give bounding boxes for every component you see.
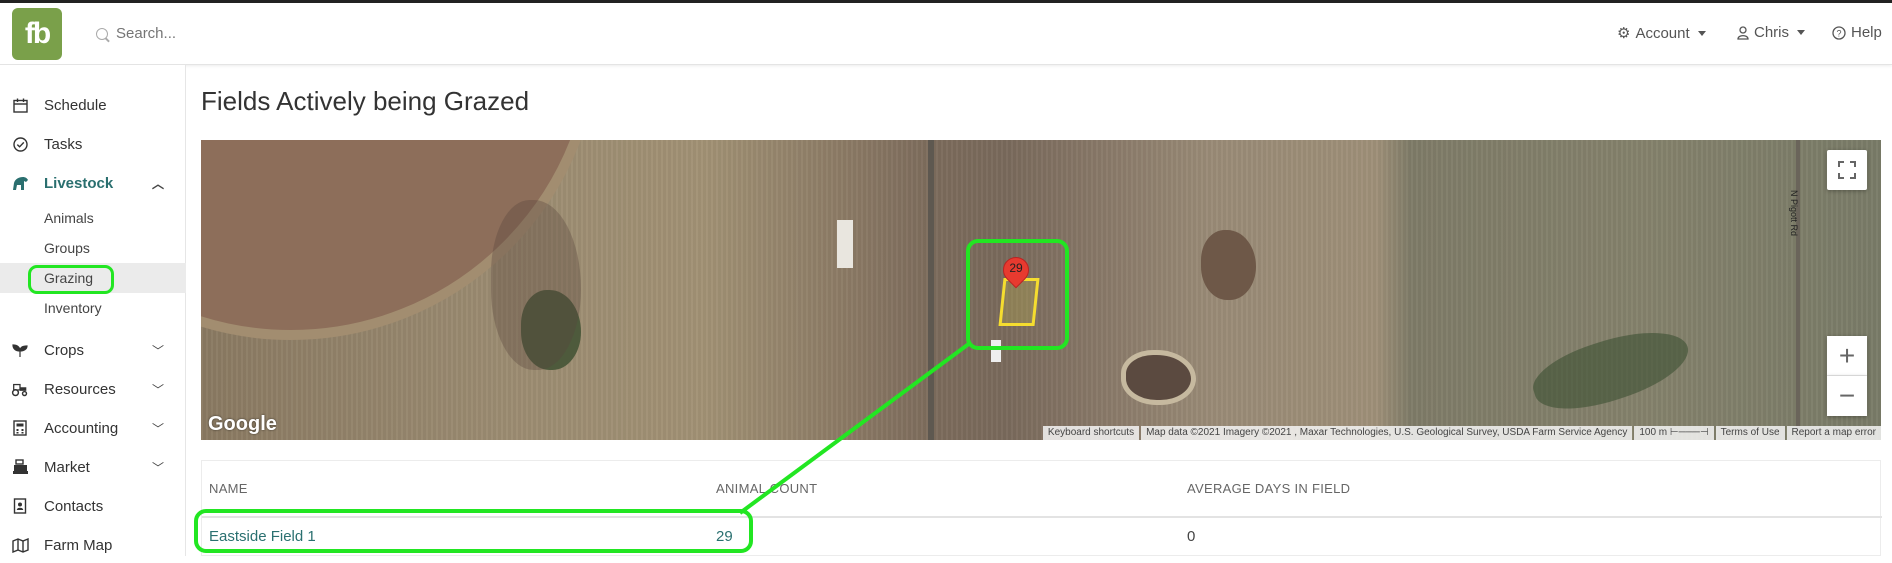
search-input[interactable] (116, 25, 416, 42)
chevron-down-icon: ﹀ (151, 460, 164, 475)
fullscreen-button[interactable] (1827, 150, 1867, 190)
search-icon (96, 27, 108, 40)
column-header-average-days[interactable]: AVERAGE DAYS IN FIELD (1187, 481, 1350, 496)
sidebar-subitem-animals[interactable]: Animals (0, 203, 186, 233)
sidebar-item-label: Livestock (44, 174, 114, 192)
plus-icon: + (1838, 339, 1856, 371)
column-header-name[interactable]: NAME (209, 481, 248, 496)
map-building (991, 340, 1001, 362)
sprout-icon (11, 341, 29, 359)
sidebar-item-tasks[interactable]: Tasks (0, 126, 186, 162)
sidebar-item-label: Contacts (44, 497, 104, 515)
sidebar-item-label: Crops (44, 341, 85, 359)
search-bar[interactable] (96, 25, 416, 42)
chevron-down-icon (1697, 30, 1706, 36)
chevron-down-icon: ﹀ (151, 421, 164, 436)
sidebar-item-label: Accounting (44, 419, 119, 437)
map-dugout (1121, 350, 1196, 405)
report-map-error-link[interactable]: Report a map error (1786, 426, 1881, 440)
sidebar-item-label: Farm Map (44, 536, 113, 554)
chevron-down-icon: ﹀ (151, 343, 164, 358)
sidebar-subitem-groups[interactable]: Groups (0, 233, 186, 263)
map-building (837, 220, 853, 268)
map-data-credit: Map data ©2021 Imagery ©2021 , Maxar Tec… (1141, 426, 1633, 440)
google-logo: Google (208, 413, 277, 435)
sidebar-subitem-label: Groups (44, 240, 90, 256)
column-header-animal-count[interactable]: ANIMAL COUNT (716, 481, 817, 496)
livestock-icon (11, 174, 29, 192)
map-marker-count: 29 (1009, 261, 1023, 275)
chevron-up-icon: ︿ (151, 176, 164, 191)
calculator-icon (11, 419, 29, 437)
map-attribution: Keyboard shortcuts Map data ©2021 Imager… (1041, 426, 1881, 440)
map-icon (11, 536, 29, 554)
page-title: Fields Actively being Grazed (201, 86, 530, 116)
map-scale[interactable]: 100 m ⊢───⊣ (1634, 426, 1714, 440)
top-bar: fb ⚙ Account Chris ? Help (0, 0, 1892, 65)
sidebar-item-label: Resources (44, 380, 116, 398)
user-icon (1737, 25, 1749, 40)
sidebar-subitem-inventory[interactable]: Inventory (0, 293, 186, 323)
zoom-out-button[interactable]: − (1827, 376, 1867, 416)
chevron-down-icon: ﹀ (151, 382, 164, 397)
sidebar-item-livestock[interactable]: Livestock ︿ (0, 165, 186, 201)
cash-register-icon (11, 458, 29, 476)
calendar-icon (11, 96, 29, 114)
account-label: Account (1635, 24, 1690, 42)
minus-icon: − (1838, 380, 1856, 411)
gear-icon: ⚙ (1617, 25, 1631, 42)
map-road (1796, 140, 1800, 440)
address-book-icon (11, 497, 29, 515)
grazing-table: NAME ANIMAL COUNT AVERAGE DAYS IN FIELD … (201, 460, 1882, 556)
sidebar-item-schedule[interactable]: Schedule (0, 87, 186, 123)
road-label: N Pigott Rd (1789, 190, 1799, 237)
map-slough (1201, 230, 1256, 300)
sidebar-item-market[interactable]: Market ﹀ (0, 449, 186, 485)
field-name-link[interactable]: Eastside Field 1 (209, 528, 316, 545)
grazing-map[interactable]: N Pigott Rd 29 + − Google Keyboard short… (201, 140, 1881, 440)
sidebar-item-resources[interactable]: Resources ﹀ (0, 371, 186, 407)
chevron-down-icon (1797, 30, 1806, 35)
sidebar-item-label: Schedule (44, 96, 107, 114)
table-header-divider (202, 516, 1882, 518)
sidebar: Schedule Tasks Livestock ︿ Animals Group… (0, 65, 186, 556)
average-days-value: 0 (1187, 528, 1196, 545)
sidebar-item-accounting[interactable]: Accounting ﹀ (0, 410, 186, 446)
terms-of-use-link[interactable]: Terms of Use (1715, 426, 1785, 440)
svg-text:?: ? (1836, 28, 1841, 38)
sidebar-item-farm-map[interactable]: Farm Map (0, 527, 186, 563)
user-menu[interactable]: Chris (1737, 24, 1806, 41)
sidebar-item-label: Market (44, 458, 90, 476)
user-label: Chris (1754, 24, 1790, 41)
sidebar-subitem-label: Animals (44, 210, 94, 226)
tractor-icon (11, 380, 29, 398)
zoom-in-button[interactable]: + (1827, 336, 1867, 376)
account-menu[interactable]: ⚙ Account (1617, 24, 1706, 42)
help-label: Help (1851, 24, 1882, 41)
sidebar-item-crops[interactable]: Crops ﹀ (0, 332, 186, 368)
fullscreen-icon (1838, 161, 1856, 179)
highlight-box (28, 265, 114, 294)
help-icon: ? (1832, 25, 1846, 40)
check-circle-icon (11, 135, 29, 153)
map-road (928, 140, 934, 440)
sidebar-subitem-label: Inventory (44, 300, 102, 316)
sidebar-item-label: Tasks (44, 135, 83, 153)
app-logo[interactable]: fb (12, 8, 62, 60)
help-link[interactable]: ? Help (1832, 24, 1882, 41)
keyboard-shortcuts-link[interactable]: Keyboard shortcuts (1042, 426, 1140, 440)
map-marker[interactable]: 29 (997, 251, 1035, 291)
sidebar-item-contacts[interactable]: Contacts (0, 488, 186, 524)
animal-count-link[interactable]: 29 (716, 528, 733, 545)
